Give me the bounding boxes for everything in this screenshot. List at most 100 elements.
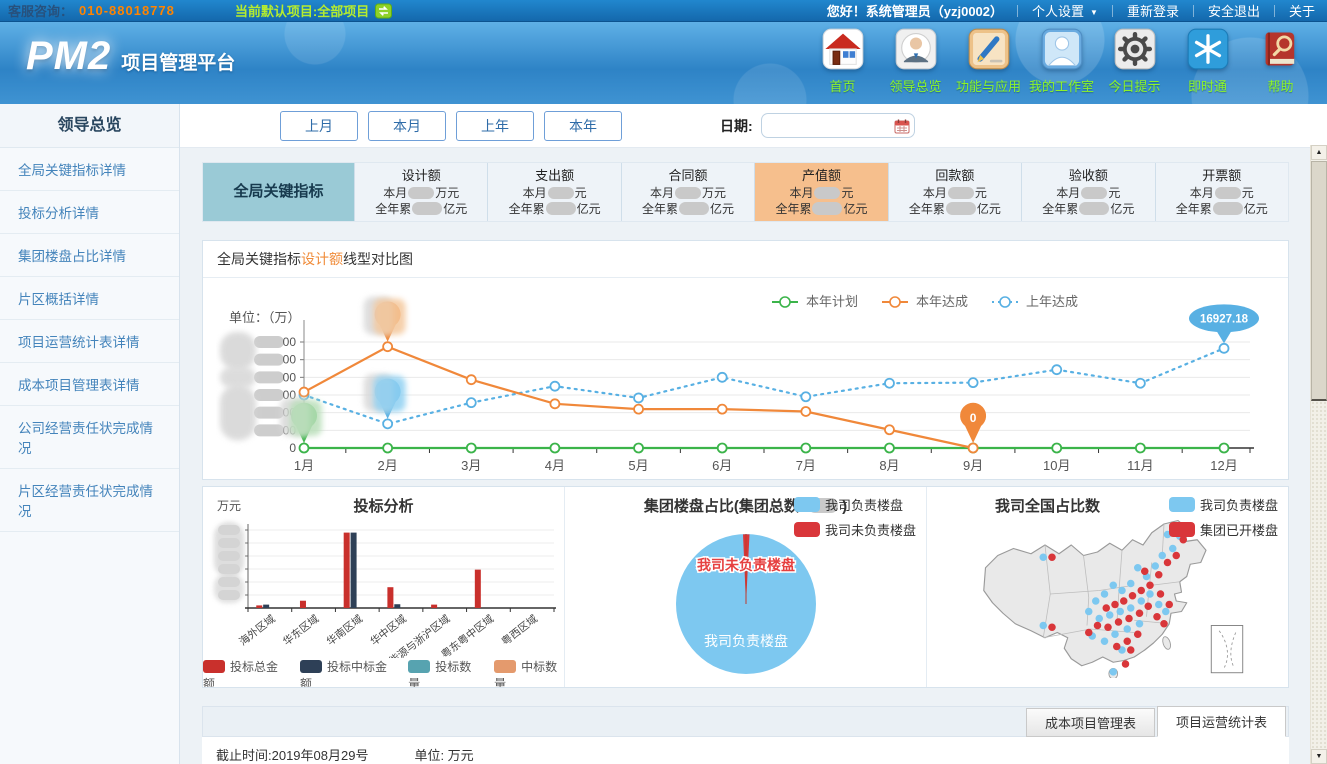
filter-button-this-year[interactable]: 本年 (544, 111, 622, 141)
scrollbar-thumb[interactable] (1311, 161, 1327, 401)
topbar-item-personal-settings[interactable]: 个人设置▼ (1032, 1, 1098, 20)
metric-tab-main[interactable]: 全局关键指标 (203, 163, 355, 221)
filter-button-this-month[interactable]: 本月 (368, 111, 446, 141)
metric-card-title: 合同额 (669, 167, 708, 185)
nav-label: 即时通 (1171, 76, 1244, 95)
sidebar-item-5[interactable]: 项目运营统计表详情 (0, 320, 179, 363)
filter-button-prev-year[interactable]: 上年 (456, 111, 534, 141)
legend-item: 投标总金额 (203, 658, 284, 687)
table-footer: 截止时间:2019年08月29号 单位: 万元 (202, 737, 1289, 764)
nav-item-leader[interactable]: 领导总览 (879, 27, 952, 95)
svg-text:粤西区域: 粤西区域 (498, 612, 539, 648)
metric-tabs: 全局关键指标设计额本月万元全年累亿元支出额本月元全年累亿元合同额本月万元全年累亿… (202, 162, 1289, 222)
topbar-item-about[interactable]: 关于 (1289, 1, 1315, 20)
menu-separator (1193, 5, 1194, 17)
sidebar-title: 领导总览 (0, 104, 179, 148)
current-project-label: 当前默认项目:全部项目 (235, 1, 369, 20)
topbar-item-safe-logout[interactable]: 安全退出 (1208, 1, 1260, 20)
metric-card-5[interactable]: 回款额本月元全年累亿元 (889, 163, 1022, 221)
nav-item-im[interactable]: 即时通 (1171, 27, 1244, 95)
svg-text:11月: 11月 (1127, 458, 1154, 473)
metric-card-4[interactable]: 产值额本月元全年累亿元 (755, 163, 888, 221)
svg-text:7月: 7月 (795, 458, 815, 473)
obscured-value (812, 202, 842, 215)
metric-year-line: 全年累亿元 (775, 201, 867, 217)
obscured-value (1079, 202, 1109, 215)
topbar-item-relogin[interactable]: 重新登录 (1127, 1, 1179, 20)
nav-item-workspace[interactable]: 我的工作室 (1025, 27, 1098, 95)
filter-button-prev-month[interactable]: 上月 (280, 111, 358, 141)
obscured-value (814, 187, 840, 199)
switch-project-icon[interactable] (375, 3, 392, 19)
svg-text:上年达成: 上年达成 (1026, 294, 1078, 309)
book-magnifier-icon (1259, 58, 1303, 75)
svg-text:10月: 10月 (1042, 458, 1069, 473)
line-chart-panel: 全局关键指标设计额线型对比图 单位：（万） 00000000000001月2月3… (202, 240, 1289, 480)
tab-cost-table[interactable]: 成本项目管理表 (1026, 708, 1155, 737)
line-title-part2: 设计额 (301, 251, 343, 267)
svg-text:16927.18: 16927.18 (1200, 313, 1249, 325)
legend-item: 我司负责楼盘 (1169, 495, 1278, 514)
metric-card-3[interactable]: 合同额本月万元全年累亿元 (622, 163, 755, 221)
app-header: PM2项目管理平台 首页领导总览功能与应用我的工作室今日提示即时通帮助 (0, 22, 1327, 104)
svg-text:华中区域: 华中区域 (367, 612, 408, 648)
svg-text:00: 00 (282, 335, 296, 349)
line-chart-title: 全局关键指标设计额线型对比图 (203, 241, 1288, 278)
legend-item: 我司负责楼盘 (794, 495, 916, 514)
obscured-value (948, 187, 974, 199)
legend-swatch (203, 660, 225, 673)
svg-text:华东区域: 华东区域 (280, 612, 321, 648)
user-greeting: 您好！系统管理员（yzj0002） (827, 1, 1003, 20)
metric-year-line: 全年累亿元 (1042, 201, 1134, 217)
metric-year-line: 全年累亿元 (375, 201, 467, 217)
nav-label: 我的工作室 (1025, 76, 1098, 95)
legend-item: 投标中标金额 (300, 658, 392, 687)
calendar-icon[interactable] (894, 118, 910, 134)
tab-operation-table[interactable]: 项目运营统计表 (1157, 706, 1286, 737)
legend-item: 投标数量 (408, 658, 478, 687)
nav-item-home[interactable]: 首页 (806, 27, 879, 95)
metric-card-title: 产值额 (802, 167, 841, 185)
sidebar-item-6[interactable]: 成本项目管理表详情 (0, 363, 179, 406)
pencil-icon (967, 58, 1011, 75)
menu-separator (1017, 5, 1018, 17)
obscured-value (548, 187, 574, 199)
legend-item: 集团已开楼盘 (1169, 520, 1278, 539)
sidebar-item-8[interactable]: 片区经营责任状完成情况 (0, 469, 179, 532)
legend-swatch (794, 522, 820, 537)
metric-card-1[interactable]: 设计额本月万元全年累亿元 (355, 163, 488, 221)
date-input[interactable] (770, 115, 896, 136)
legend-swatch (408, 660, 430, 673)
nav-item-help[interactable]: 帮助 (1244, 27, 1317, 95)
unit-label: 单位：（万） (229, 307, 301, 326)
bid-y-unit: 万元 (217, 497, 241, 514)
scroll-up-button[interactable]: ▲ (1311, 145, 1327, 160)
sidebar-item-3[interactable]: 集团楼盘占比详情 (0, 234, 179, 277)
bid-legend: 投标总金额投标中标金额投标数量中标数量 (203, 658, 564, 687)
pie-legend: 我司负责楼盘我司未负责楼盘 (794, 495, 916, 545)
sidebar-item-2[interactable]: 投标分析详情 (0, 191, 179, 234)
map-legend: 我司负责楼盘集团已开楼盘 (1169, 495, 1278, 545)
metric-card-7[interactable]: 开票额本月元全年累亿元 (1156, 163, 1288, 221)
topbar: 客服咨询： 010-88018778 当前默认项目:全部项目 您好！系统管理员（… (0, 0, 1327, 22)
topbar-menu: 个人设置▼ 重新登录 安全退出 关于 (1003, 1, 1315, 20)
metric-year-line: 全年累亿元 (642, 201, 734, 217)
pm2-dashboard: 客服咨询： 010-88018778 当前默认项目:全部项目 您好！系统管理员（… (0, 0, 1327, 764)
obscured-value (412, 202, 442, 215)
svg-text:本年达成: 本年达成 (916, 294, 968, 309)
scroll-down-button[interactable]: ▼ (1311, 749, 1327, 764)
sidebar-item-4[interactable]: 片区概括详情 (0, 277, 179, 320)
svg-text:2月: 2月 (377, 458, 397, 473)
svg-text:12月: 12月 (1210, 458, 1237, 473)
sidebar-item-1[interactable]: 全局关键指标详情 (0, 148, 179, 191)
svg-text:4月: 4月 (544, 458, 564, 473)
metric-card-6[interactable]: 验收额本月元全年累亿元 (1022, 163, 1155, 221)
metric-month-line: 本月元 (923, 185, 987, 201)
metric-month-line: 本月万元 (650, 185, 726, 201)
nav-item-apps[interactable]: 功能与应用 (952, 27, 1025, 95)
sidebar-item-7[interactable]: 公司经营责任状完成情况 (0, 406, 179, 469)
nav-label: 今日提示 (1098, 76, 1171, 95)
nav-item-tips[interactable]: 今日提示 (1098, 27, 1171, 95)
metric-card-2[interactable]: 支出额本月元全年累亿元 (488, 163, 621, 221)
svg-text:0: 0 (289, 441, 296, 455)
